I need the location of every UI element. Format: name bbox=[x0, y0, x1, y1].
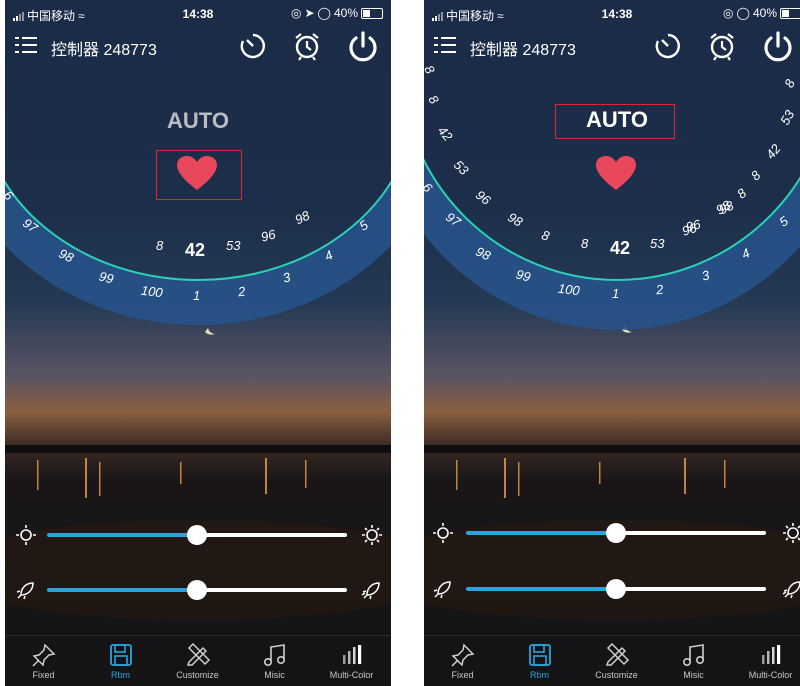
list-menu-icon[interactable] bbox=[15, 34, 37, 56]
location-icon: ➤ bbox=[304, 6, 315, 20]
page-title: 控制器 248773 bbox=[51, 42, 157, 59]
save-icon bbox=[529, 644, 551, 666]
tab-label: Multi-Color bbox=[748, 670, 793, 680]
sun-high-icon bbox=[783, 523, 800, 543]
phone-screen-left: 8 42 53 96 98 5 97 6 98 99 100 1 2 3 4 中… bbox=[5, 0, 391, 686]
heart-icon[interactable] bbox=[177, 156, 217, 192]
tab-label: Customize bbox=[595, 670, 638, 680]
pencil-ruler-icon bbox=[186, 642, 211, 666]
brightness-slider[interactable] bbox=[424, 518, 800, 548]
brightness-slider[interactable] bbox=[5, 520, 391, 550]
bars-icon bbox=[343, 645, 362, 664]
music-note-icon bbox=[263, 644, 286, 666]
rocket-slow-icon bbox=[433, 581, 451, 599]
rocket-fast-icon bbox=[361, 582, 380, 600]
power-icon[interactable] bbox=[760, 28, 796, 64]
status-bar: 中国移动 ≈ 14:38 ◎ ◯ 40% bbox=[424, 0, 800, 26]
timer-icon[interactable] bbox=[652, 30, 684, 62]
tab-customize[interactable]: Customize bbox=[159, 636, 236, 686]
save-icon bbox=[110, 644, 132, 666]
tab-label: Customize bbox=[176, 670, 219, 680]
sun-high-icon bbox=[362, 525, 382, 545]
tab-music[interactable]: Misic bbox=[655, 636, 732, 686]
slider-thumb[interactable] bbox=[606, 523, 626, 543]
dial-label: 1 bbox=[193, 288, 201, 303]
tab-label: Fixed bbox=[32, 670, 55, 680]
music-note-icon bbox=[682, 644, 705, 666]
dial-label: 53 bbox=[226, 238, 241, 253]
tab-multi-color[interactable]: Multi-Color bbox=[313, 636, 390, 686]
pencil-ruler-icon bbox=[605, 642, 630, 666]
tab-music[interactable]: Misic bbox=[236, 636, 313, 686]
power-icon[interactable] bbox=[345, 28, 381, 64]
mode-label: AUTO bbox=[586, 107, 648, 132]
rocket-slow-icon bbox=[16, 582, 34, 600]
page-title: 控制器 248773 bbox=[470, 42, 576, 59]
status-bar: 中国移动 ≈ 14:38 ◎ ➤ ◯ 40% bbox=[5, 0, 391, 26]
battery-percent: 40% bbox=[333, 6, 358, 20]
tab-fixed[interactable]: Fixed bbox=[5, 636, 82, 686]
alarm-clock-icon[interactable] bbox=[706, 30, 738, 62]
top-bar: 控制器 248773 bbox=[5, 26, 391, 66]
dial-label: 1 bbox=[612, 286, 620, 301]
bars-icon bbox=[762, 645, 781, 664]
lock-rotation-icon: ◎ bbox=[290, 6, 302, 20]
slider-thumb[interactable] bbox=[606, 579, 626, 599]
dial-label: 42 bbox=[610, 238, 631, 258]
alarm-status-icon: ◯ bbox=[317, 6, 331, 20]
tab-fixed[interactable]: Fixed bbox=[424, 636, 501, 686]
phone-screen-right: 8 8 42 53 96 98 8 8 98 96 53 42 8 8 8 42… bbox=[424, 0, 800, 686]
bottom-tab-bar: Fixed Rbm Customize Misic Multi-Color bbox=[424, 635, 800, 686]
dial-label: 100 bbox=[140, 282, 164, 301]
bottom-tab-bar: Fixed Rbm Customize Misic Multi-Color bbox=[5, 635, 391, 686]
slider-thumb[interactable] bbox=[187, 525, 207, 545]
tab-multi-color[interactable]: Multi-Color bbox=[732, 636, 800, 686]
tab-label: Multi-Color bbox=[329, 670, 374, 680]
battery-icon bbox=[361, 7, 383, 19]
tab-label: Fixed bbox=[451, 670, 474, 680]
tab-label: Rbm bbox=[529, 670, 549, 680]
tab-label: Misic bbox=[264, 670, 285, 680]
tab-rbm[interactable]: Rbm bbox=[501, 636, 578, 686]
alarm-clock-icon[interactable] bbox=[291, 30, 323, 62]
pin-icon bbox=[451, 643, 475, 667]
heart-icon[interactable] bbox=[596, 156, 636, 192]
tab-customize[interactable]: Customize bbox=[578, 636, 655, 686]
rocket-fast-icon bbox=[782, 581, 800, 599]
list-menu-icon[interactable] bbox=[434, 34, 456, 56]
sun-low-icon bbox=[433, 523, 453, 543]
top-bar: 控制器 248773 bbox=[424, 26, 800, 66]
tab-label: Rbm bbox=[110, 670, 130, 680]
battery-percent: 40% bbox=[752, 6, 777, 20]
speed-slider[interactable] bbox=[5, 575, 391, 605]
sun-low-icon bbox=[16, 525, 36, 545]
slider-thumb[interactable] bbox=[187, 580, 207, 600]
dial-label: 8 bbox=[581, 236, 589, 251]
battery-icon bbox=[780, 7, 800, 19]
timer-icon[interactable] bbox=[237, 30, 269, 62]
tab-rbm[interactable]: Rbm bbox=[82, 636, 159, 686]
alarm-status-icon: ◯ bbox=[736, 6, 750, 20]
dial-label: 100 bbox=[557, 280, 581, 299]
speed-slider[interactable] bbox=[424, 574, 800, 604]
lock-rotation-icon: ◎ bbox=[723, 6, 734, 20]
dial-label: 53 bbox=[650, 236, 665, 251]
dial-label: 42 bbox=[185, 240, 206, 260]
dial-label: 8 bbox=[156, 238, 164, 253]
tab-label: Misic bbox=[683, 670, 704, 680]
mode-label: AUTO bbox=[167, 108, 229, 133]
pin-icon bbox=[32, 643, 56, 667]
